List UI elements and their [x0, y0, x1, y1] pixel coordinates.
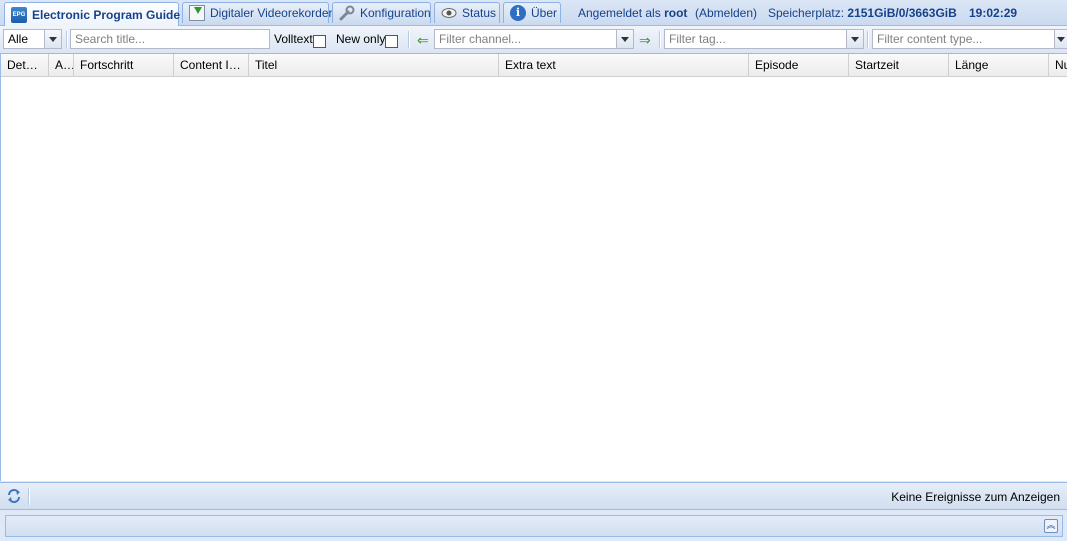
- column-header-title[interactable]: Titel: [249, 54, 499, 76]
- epg-icon: EPG: [11, 6, 27, 23]
- column-header-episode[interactable]: Episode: [749, 54, 849, 76]
- chevron-down-icon: [621, 36, 629, 42]
- column-header-a[interactable]: A...: [49, 54, 74, 76]
- tab-status[interactable]: Status: [434, 2, 500, 23]
- previous-channel-arrow-icon[interactable]: ⇐: [417, 33, 429, 47]
- new-only-label: New only: [336, 32, 386, 46]
- chevron-down-icon: [1057, 36, 1065, 42]
- logout-link[interactable]: (Abmelden): [695, 6, 757, 20]
- tab-status-label: Status: [462, 6, 497, 20]
- filter-select-trigger[interactable]: [45, 29, 62, 49]
- column-header-number[interactable]: Nu: [1049, 54, 1067, 76]
- tab-dvr-label: Digitaler Videorekorder: [210, 6, 333, 20]
- tab-configuration-label: Konfiguration: [360, 6, 431, 20]
- tab-epg[interactable]: EPG Electronic Program Guide: [4, 2, 181, 26]
- epg-grid: Details A... Fortschritt Content Ic... T…: [0, 54, 1067, 481]
- fulltext-checkbox[interactable]: [313, 35, 326, 48]
- column-header-duration[interactable]: Länge: [949, 54, 1049, 76]
- toolbar-separator: [66, 31, 68, 48]
- toolbar-separator: [659, 31, 661, 48]
- tab-dvr[interactable]: Digitaler Videorekorder: [182, 2, 333, 23]
- expand-panel-icon[interactable]: ︽: [1044, 519, 1058, 533]
- column-header-progress[interactable]: Fortschritt: [74, 54, 174, 76]
- storage-info: Speicherplatz: 2151GiB/0/3663GiB: [768, 6, 957, 20]
- toolbar-separator: [867, 31, 869, 48]
- tab-about-label: Über: [531, 6, 558, 20]
- fulltext-label: Volltext: [274, 32, 313, 46]
- eye-icon: [441, 5, 457, 21]
- logged-in-info: Angemeldet als root: [578, 6, 687, 20]
- new-only-checkbox[interactable]: [385, 35, 398, 48]
- tab-about[interactable]: i Über: [503, 2, 561, 23]
- filter-toolbar: Alle Volltext New only ⇐ ⇒: [0, 26, 1067, 54]
- paging-toolbar: Keine Ereignisse zum Anzeigen: [0, 482, 1067, 510]
- main-tab-bar: EPG Electronic Program Guide Digitaler V…: [0, 0, 1067, 26]
- toolbar-separator: [408, 31, 410, 48]
- content-type-filter-trigger[interactable]: [1055, 29, 1067, 49]
- column-header-details[interactable]: Details: [1, 54, 49, 76]
- info-icon: i: [510, 5, 526, 21]
- column-header-content-icon[interactable]: Content Ic...: [174, 54, 249, 76]
- search-title-input[interactable]: [70, 29, 270, 49]
- logged-in-prefix: Angemeldet als: [578, 6, 661, 20]
- tab-configuration[interactable]: Konfiguration: [332, 2, 431, 23]
- column-header-start-time[interactable]: Startzeit: [849, 54, 949, 76]
- tag-filter-input[interactable]: [664, 29, 847, 49]
- toolbar-separator: [28, 488, 30, 505]
- storage-value: 2151GiB/0/3663GiB: [847, 6, 957, 20]
- tab-epg-label: Electronic Program Guide: [32, 7, 181, 22]
- chevron-down-icon: [851, 36, 859, 42]
- channel-filter-input[interactable]: [434, 29, 617, 49]
- content-type-filter-input[interactable]: [872, 29, 1055, 49]
- paging-message: Keine Ereignisse zum Anzeigen: [891, 490, 1060, 504]
- wrench-icon: [339, 5, 355, 21]
- refresh-icon[interactable]: [6, 488, 22, 504]
- bottom-panel: ︽: [5, 515, 1063, 537]
- download-icon: [189, 5, 205, 21]
- filter-select[interactable]: Alle: [3, 29, 45, 49]
- column-header-extra-text[interactable]: Extra text: [499, 54, 749, 76]
- storage-prefix: Speicherplatz:: [768, 6, 845, 20]
- tag-filter-trigger[interactable]: [847, 29, 864, 49]
- chevron-down-icon: [49, 36, 57, 42]
- grid-header: Details A... Fortschritt Content Ic... T…: [1, 54, 1067, 77]
- next-channel-arrow-icon[interactable]: ⇒: [639, 33, 651, 47]
- logged-in-user: root: [664, 6, 688, 20]
- clock: 19:02:29: [969, 6, 1018, 20]
- channel-filter-trigger[interactable]: [617, 29, 634, 49]
